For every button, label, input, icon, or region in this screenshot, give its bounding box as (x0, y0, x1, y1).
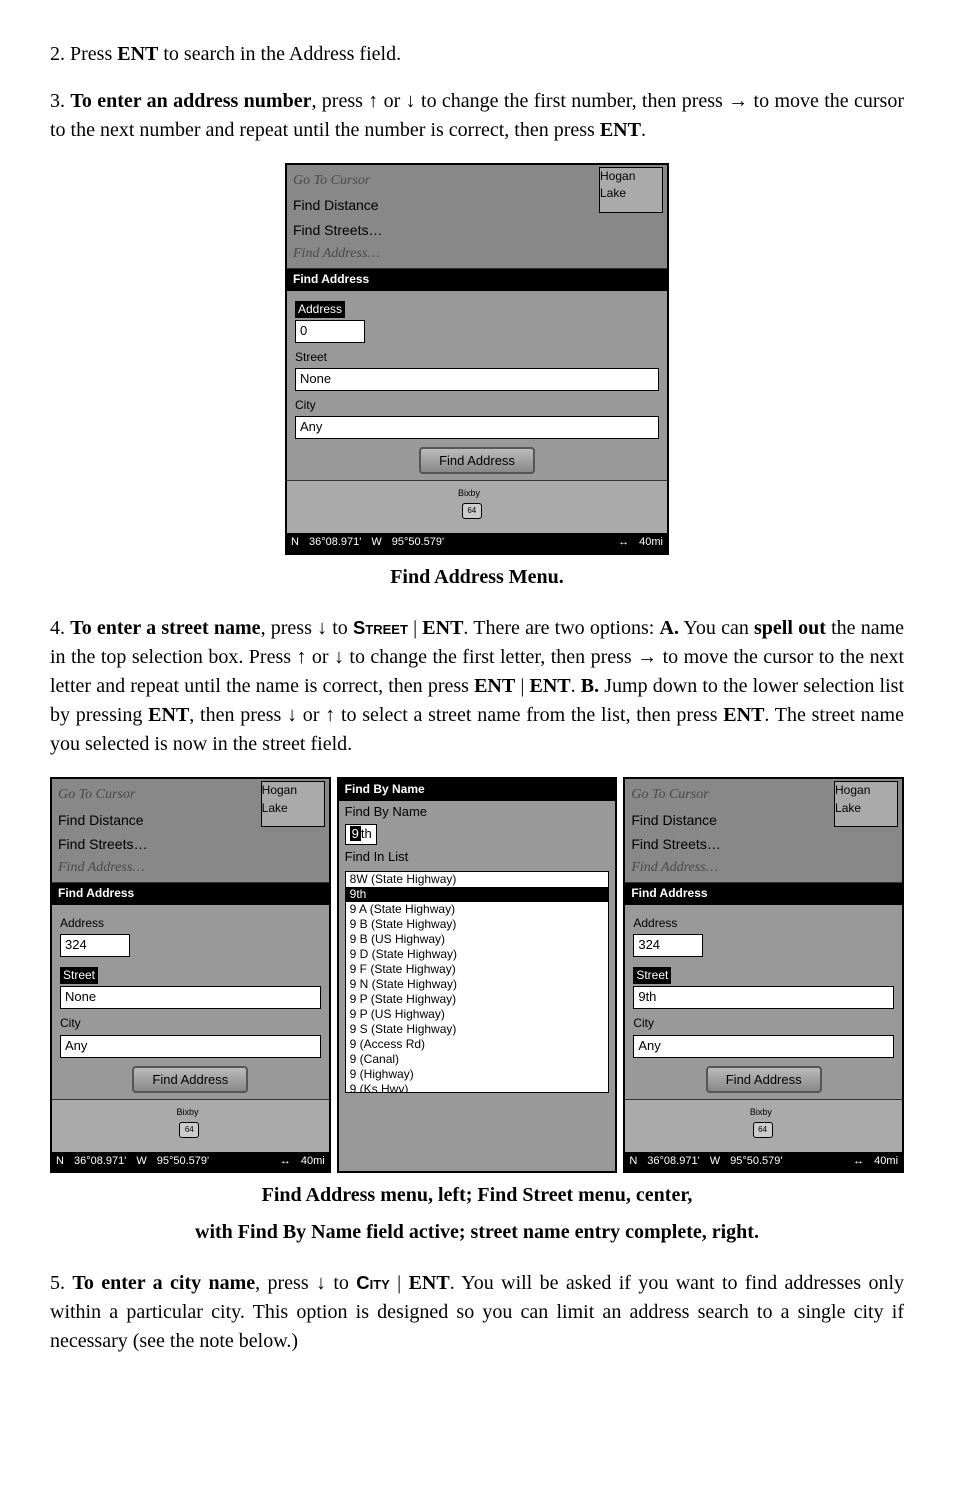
mini-map: Hogan Lake (261, 781, 325, 827)
cursor-char: 9 (350, 826, 361, 841)
street-list-item[interactable]: 9 P (US Highway) (346, 1007, 609, 1022)
street-list-item[interactable]: 9 A (State Highway) (346, 902, 609, 917)
mini-map: Hogan Lake (599, 167, 663, 213)
find-by-name-input[interactable]: 9th (345, 824, 377, 845)
field-city[interactable]: Any (633, 1035, 894, 1058)
map-preview: Bixby 64 (52, 1099, 329, 1152)
field-address[interactable]: 0 (295, 320, 365, 343)
route-shield-icon: 64 (179, 1122, 199, 1138)
mini-map: Hogan Lake (834, 781, 898, 827)
street-list-item[interactable]: 9 N (State Highway) (346, 977, 609, 992)
context-menu: Go To Cursor Find Distance Find Streets…… (287, 165, 667, 269)
field-city[interactable]: Any (295, 416, 659, 439)
lat-value: 36°08.971' (309, 535, 361, 551)
label-street-hl: Street (60, 967, 98, 984)
label-find-by-name: Find By Name (339, 803, 616, 822)
context-menu-left: Go To Cursor Find Distance Find Streets…… (52, 779, 329, 883)
step-4: 4. To enter a street name, press ↓ to St… (50, 614, 904, 759)
scale-arrow-icon: ↔ (618, 535, 629, 551)
street-list-item[interactable]: 9 (Canal) (346, 1052, 609, 1067)
label-find-in-list: Find In List (339, 848, 616, 867)
label-address: Address (295, 301, 345, 318)
step-3: 3. To enter an address number, press ↑ o… (50, 87, 904, 145)
street-list-item[interactable]: 9 P (State Highway) (346, 992, 609, 1007)
label-city: City (295, 397, 659, 414)
menu-find-address[interactable]: Find Address… (293, 242, 661, 266)
map-preview: Bixby 64 (625, 1099, 902, 1152)
gps-screen-find-by-name: Find By Name Find By Name 9th Find In Li… (337, 777, 618, 1173)
field-city[interactable]: Any (60, 1035, 321, 1058)
titlebar-find-by-name: Find By Name (339, 779, 616, 800)
street-list-item[interactable]: 9 F (State Highway) (346, 962, 609, 977)
find-address-button[interactable]: Find Address (706, 1066, 822, 1093)
find-address-form: Address 0 Street None City Any Find Addr… (287, 291, 667, 481)
field-street[interactable]: 9th (633, 986, 894, 1009)
street-list-item[interactable]: 9 (Access Rd) (346, 1037, 609, 1052)
field-address[interactable]: 324 (633, 934, 703, 957)
label-street: Street (295, 349, 659, 366)
ent-key: ENT (117, 43, 158, 65)
field-street[interactable]: None (60, 986, 321, 1009)
street-list-item[interactable]: 9 (Ks Hwy) (346, 1082, 609, 1093)
label-street-hl: Street (633, 967, 671, 984)
figure2-caption-line2: with Find By Name field active; street n… (50, 1218, 904, 1247)
street-list-item[interactable]: 8W (State Highway) (346, 872, 609, 887)
street-list-item[interactable]: 9 B (US Highway) (346, 932, 609, 947)
field-address[interactable]: 324 (60, 934, 130, 957)
step-5: 5. To enter a city name, press ↓ to City… (50, 1269, 904, 1356)
step-2: 2. Press ENT to search in the Address fi… (50, 40, 904, 69)
gps-screen-left: Go To Cursor Find Distance Find Streets…… (50, 777, 331, 1173)
status-bar: N 36°08.971' W 95°50.579' ↔ 40mi (287, 533, 667, 553)
find-address-button[interactable]: Find Address (419, 447, 535, 474)
context-menu-right: Go To Cursor Find Distance Find Streets…… (625, 779, 902, 883)
gps-screen-right: Go To Cursor Find Distance Find Streets…… (623, 777, 904, 1173)
lon-value: 95°50.579' (392, 535, 444, 551)
street-list-item[interactable]: 9th (346, 887, 609, 902)
scale-value: 40mi (639, 535, 663, 551)
map-preview: Bixby 64 (287, 480, 667, 533)
street-list[interactable]: 8W (State Highway)9th9 A (State Highway)… (345, 871, 610, 1093)
figure2-caption-line1: Find Address menu, left; Find Street men… (50, 1181, 904, 1210)
find-address-button[interactable]: Find Address (132, 1066, 248, 1093)
menu-find-streets[interactable]: Find Streets… (293, 218, 661, 242)
field-street[interactable]: None (295, 368, 659, 391)
street-list-item[interactable]: 9 (Highway) (346, 1067, 609, 1082)
route-shield-icon: 64 (753, 1122, 773, 1138)
street-list-item[interactable]: 9 S (State Highway) (346, 1022, 609, 1037)
titlebar-find-address: Find Address (287, 269, 667, 290)
gps-screen-find-address: Go To Cursor Find Distance Find Streets…… (285, 163, 669, 555)
street-list-item[interactable]: 9 D (State Highway) (346, 947, 609, 962)
figure1-caption: Find Address Menu. (50, 563, 904, 592)
route-shield-icon: 64 (462, 503, 482, 519)
city-label: Bixby (458, 487, 480, 500)
street-list-item[interactable]: 9 B (State Highway) (346, 917, 609, 932)
